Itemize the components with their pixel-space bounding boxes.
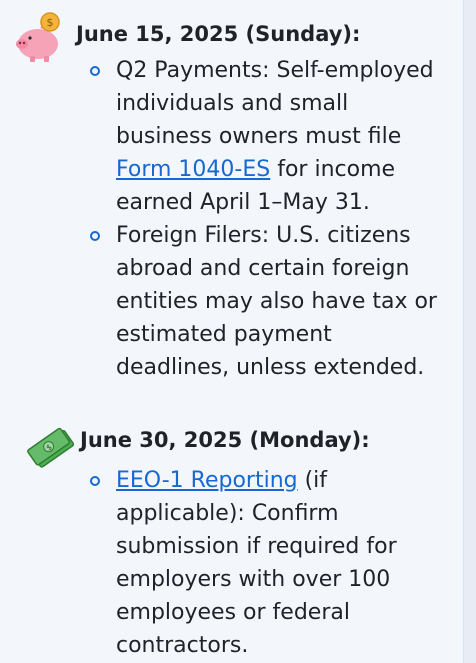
list-item: Foreign Filers: U.S. citizens abroad and… [90,219,450,384]
eeo-1-reporting-link[interactable]: EEO-1 Reporting [116,468,298,493]
money-stack-icon: $ [24,420,80,476]
bullet-icon [90,476,100,486]
svg-text:$: $ [47,16,54,29]
deadline-date: June 15, 2025 (Sunday): [76,22,361,46]
item-text: Foreign Filers: U.S. citizens abroad and… [116,223,437,380]
deadline-list: EEO-1 Reporting (if applicable): Confirm… [90,464,450,662]
content-panel: $ June 15, 2025 (Sunday): Q2 Payments: S… [0,0,464,663]
bullet-icon [90,231,100,241]
item-text-after: (if applicable): Confirm submission if r… [116,468,397,658]
form-1040-es-link[interactable]: Form 1040-ES [116,157,270,182]
list-item: Q2 Payments: Self-employed individuals a… [90,54,450,219]
list-item: EEO-1 Reporting (if applicable): Confirm… [90,464,450,662]
item-text-before: Q2 Payments: Self-employed individuals a… [116,58,434,149]
bullet-icon [90,66,100,76]
deadline-date: June 30, 2025 (Monday): [80,428,370,452]
right-rail-divider [463,0,476,663]
deadline-list: Q2 Payments: Self-employed individuals a… [90,54,450,384]
piggy-bank-coin-icon: $ [10,10,66,66]
